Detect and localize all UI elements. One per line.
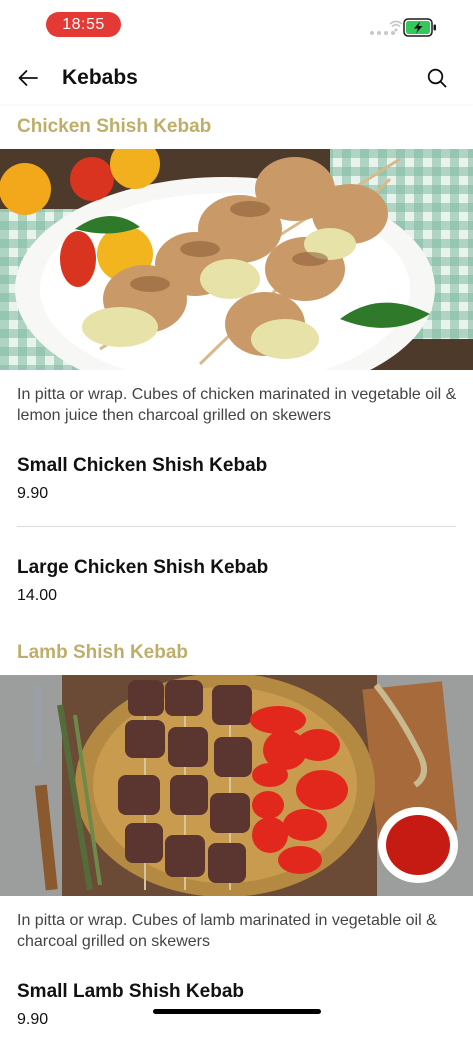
divider (17, 526, 456, 527)
item-price: 9.90 (17, 1011, 49, 1028)
item-name: Small Lamb Shish Kebab (17, 981, 244, 1002)
status-bar: 18:55 (0, 0, 473, 50)
item-name: Small Chicken Shish Kebab (17, 455, 268, 476)
menu-item-large-chicken-shish-kebab[interactable]: Large Chicken Shish Kebab 14.00 (0, 556, 473, 616)
section-title-lamb: Lamb Shish Kebab (17, 642, 189, 663)
search-icon (427, 68, 447, 88)
section-title-chicken: Chicken Shish Kebab (17, 116, 212, 137)
lamb-kebab-image (0, 675, 473, 896)
chicken-kebab-image (0, 149, 473, 370)
back-button[interactable] (14, 64, 42, 92)
section-description-lamb: In pitta or wrap. Cubes of lamb marinate… (17, 912, 437, 950)
arrow-left-icon (18, 70, 38, 86)
status-time: 18:55 (46, 12, 121, 37)
home-indicator[interactable] (153, 1009, 321, 1014)
item-price: 14.00 (17, 587, 58, 604)
nav-bar: Kebabs (0, 50, 473, 104)
item-name: Large Chicken Shish Kebab (17, 557, 269, 578)
search-button[interactable] (423, 64, 451, 92)
wifi-icon (389, 20, 403, 32)
menu-item-small-chicken-shish-kebab[interactable]: Small Chicken Shish Kebab 9.90 (0, 454, 473, 514)
page-title: Kebabs (62, 66, 138, 89)
section-description-chicken: In pitta or wrap. Cubes of chicken marin… (17, 386, 457, 424)
item-price: 9.90 (17, 485, 49, 502)
battery-charging-icon (403, 18, 436, 37)
